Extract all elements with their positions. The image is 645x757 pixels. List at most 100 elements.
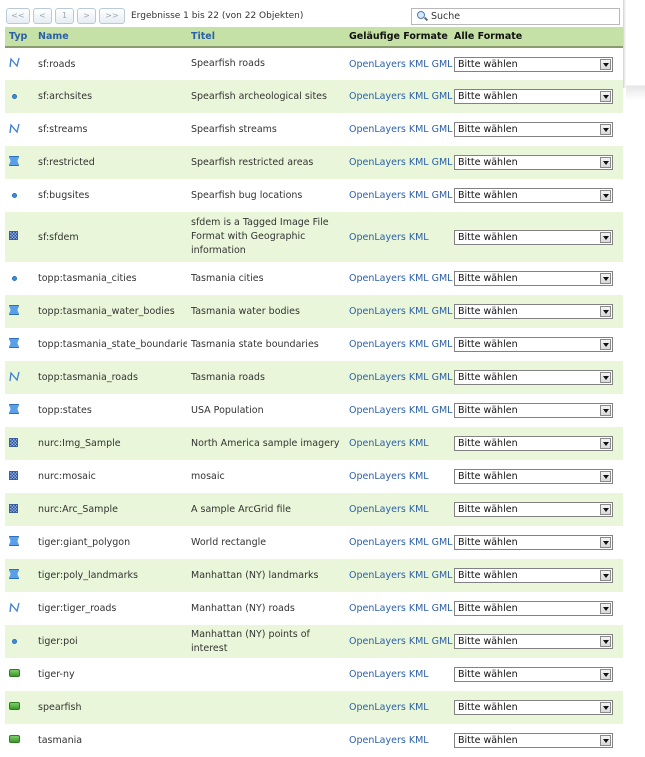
chevron-down-icon[interactable] [600, 273, 611, 284]
format-link-kml[interactable]: KML [409, 91, 429, 102]
format-select[interactable]: Bitte wählen [454, 155, 613, 170]
format-select[interactable]: Bitte wählen [454, 436, 613, 451]
column-header-typ[interactable]: Typ [5, 27, 34, 48]
chevron-down-icon[interactable] [600, 306, 611, 317]
format-select[interactable]: Bitte wählen [454, 733, 613, 748]
format-link-kml[interactable]: KML [409, 570, 429, 581]
format-link-kml[interactable]: KML [409, 232, 429, 243]
chevron-down-icon[interactable] [600, 190, 611, 201]
format-select[interactable]: Bitte wählen [454, 89, 613, 104]
format-link-openlayers[interactable]: OpenLayers [349, 91, 406, 102]
previous-page-button[interactable]: < [33, 8, 52, 24]
format-link-openlayers[interactable]: OpenLayers [349, 537, 406, 548]
format-link-openlayers[interactable]: OpenLayers [349, 232, 406, 243]
format-link-kml[interactable]: KML [409, 405, 429, 416]
format-link-kml[interactable]: KML [409, 124, 429, 135]
format-select[interactable]: Bitte wählen [454, 568, 613, 583]
format-link-openlayers[interactable]: OpenLayers [349, 669, 406, 680]
format-link-kml[interactable]: KML [409, 59, 429, 70]
chevron-down-icon[interactable] [600, 339, 611, 350]
format-select[interactable]: Bitte wählen [454, 229, 613, 245]
format-link-openlayers[interactable]: OpenLayers [349, 306, 406, 317]
format-link-gml[interactable]: GML [432, 570, 453, 581]
format-select[interactable]: Bitte wählen [454, 304, 613, 319]
format-link-openlayers[interactable]: OpenLayers [349, 438, 406, 449]
format-link-gml[interactable]: GML [432, 306, 453, 317]
format-link-openlayers[interactable]: OpenLayers [349, 570, 406, 581]
format-link-kml[interactable]: KML [409, 537, 429, 548]
first-page-button[interactable]: << [6, 8, 30, 24]
chevron-down-icon[interactable] [600, 669, 611, 680]
chevron-down-icon[interactable] [600, 471, 611, 482]
format-link-kml[interactable]: KML [409, 735, 429, 746]
format-link-kml[interactable]: KML [409, 636, 429, 647]
format-link-openlayers[interactable]: OpenLayers [349, 471, 406, 482]
search-input[interactable]: Suche [411, 8, 620, 25]
chevron-down-icon[interactable] [600, 735, 611, 746]
format-link-kml[interactable]: KML [409, 339, 429, 350]
chevron-down-icon[interactable] [600, 372, 611, 383]
format-link-gml[interactable]: GML [432, 372, 453, 383]
chevron-down-icon[interactable] [600, 157, 611, 168]
format-link-openlayers[interactable]: OpenLayers [349, 603, 406, 614]
last-page-button[interactable]: >> [99, 8, 125, 24]
format-link-openlayers[interactable]: OpenLayers [349, 372, 406, 383]
chevron-down-icon[interactable] [600, 504, 611, 515]
format-link-openlayers[interactable]: OpenLayers [349, 339, 406, 350]
chevron-down-icon[interactable] [600, 58, 611, 70]
format-link-kml[interactable]: KML [409, 306, 429, 317]
format-link-gml[interactable]: GML [432, 636, 453, 647]
format-select[interactable]: Bitte wählen [454, 188, 613, 203]
chevron-down-icon[interactable] [600, 702, 611, 713]
format-select[interactable]: Bitte wählen [454, 502, 613, 517]
chevron-down-icon[interactable] [600, 405, 611, 416]
format-select[interactable]: Bitte wählen [454, 700, 613, 715]
next-page-button[interactable]: > [77, 8, 96, 24]
chevron-down-icon[interactable] [600, 570, 611, 581]
format-link-gml[interactable]: GML [432, 157, 453, 168]
column-header-titel[interactable]: Titel [187, 27, 345, 48]
format-link-openlayers[interactable]: OpenLayers [349, 157, 406, 168]
format-select[interactable]: Bitte wählen [454, 56, 613, 72]
format-select[interactable]: Bitte wählen [454, 667, 613, 682]
format-select[interactable]: Bitte wählen [454, 403, 613, 418]
format-select[interactable]: Bitte wählen [454, 535, 613, 550]
format-link-openlayers[interactable]: OpenLayers [349, 504, 406, 515]
format-link-kml[interactable]: KML [409, 471, 429, 482]
format-link-kml[interactable]: KML [409, 190, 429, 201]
format-link-gml[interactable]: GML [432, 339, 453, 350]
format-link-gml[interactable]: GML [432, 273, 453, 284]
format-select[interactable]: Bitte wählen [454, 634, 613, 649]
format-link-gml[interactable]: GML [432, 537, 453, 548]
format-link-gml[interactable]: GML [432, 91, 453, 102]
format-link-kml[interactable]: KML [409, 157, 429, 168]
format-link-kml[interactable]: KML [409, 669, 429, 680]
format-link-kml[interactable]: KML [409, 438, 429, 449]
chevron-down-icon[interactable] [600, 537, 611, 548]
format-link-kml[interactable]: KML [409, 702, 429, 713]
format-link-openlayers[interactable]: OpenLayers [349, 702, 406, 713]
format-link-gml[interactable]: GML [432, 405, 453, 416]
chevron-down-icon[interactable] [600, 231, 611, 243]
page-number-button[interactable]: 1 [55, 8, 74, 24]
format-select[interactable]: Bitte wählen [454, 469, 613, 484]
format-select[interactable]: Bitte wählen [454, 601, 613, 616]
format-select[interactable]: Bitte wählen [454, 271, 613, 286]
column-header-name[interactable]: Name [34, 27, 187, 48]
format-link-openlayers[interactable]: OpenLayers [349, 636, 406, 647]
format-select[interactable]: Bitte wählen [454, 122, 613, 137]
format-link-openlayers[interactable]: OpenLayers [349, 190, 406, 201]
format-link-gml[interactable]: GML [432, 190, 453, 201]
format-link-gml[interactable]: GML [432, 603, 453, 614]
format-link-openlayers[interactable]: OpenLayers [349, 405, 406, 416]
chevron-down-icon[interactable] [600, 91, 611, 102]
format-link-openlayers[interactable]: OpenLayers [349, 59, 406, 70]
chevron-down-icon[interactable] [600, 603, 611, 614]
format-select[interactable]: Bitte wählen [454, 337, 613, 352]
chevron-down-icon[interactable] [600, 438, 611, 449]
format-link-openlayers[interactable]: OpenLayers [349, 124, 406, 135]
format-link-kml[interactable]: KML [409, 273, 429, 284]
chevron-down-icon[interactable] [600, 124, 611, 135]
format-link-kml[interactable]: KML [409, 504, 429, 515]
format-link-kml[interactable]: KML [409, 603, 429, 614]
